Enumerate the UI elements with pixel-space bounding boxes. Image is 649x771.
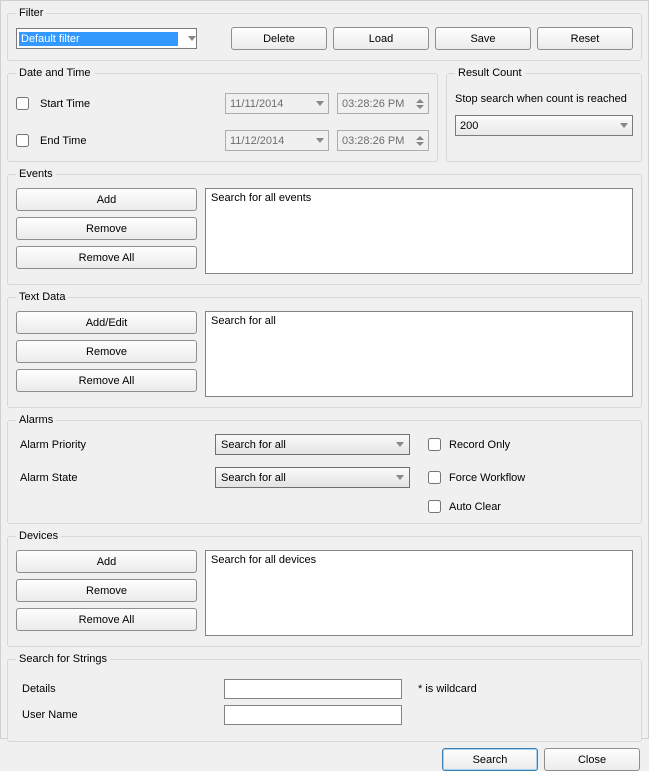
reset-button[interactable]: Reset xyxy=(537,27,633,50)
details-label: Details xyxy=(22,683,82,695)
devices-group: Devices Add Remove Remove All Search for… xyxy=(7,530,642,647)
filter-select[interactable]: Default filter xyxy=(16,28,197,49)
events-listbox[interactable]: Search for all events xyxy=(205,188,633,274)
textdata-listbox[interactable]: Search for all xyxy=(205,311,633,397)
strings-legend: Search for Strings xyxy=(16,653,110,665)
username-input[interactable] xyxy=(224,705,402,725)
auto-clear-checkbox[interactable] xyxy=(428,500,441,513)
chevron-down-icon xyxy=(316,138,324,143)
save-button[interactable]: Save xyxy=(435,27,531,50)
devices-legend: Devices xyxy=(16,530,61,542)
events-add-button[interactable]: Add xyxy=(16,188,197,211)
textdata-remove-button[interactable]: Remove xyxy=(16,340,197,363)
footer: Search Close xyxy=(7,748,642,771)
start-time-label: Start Time xyxy=(40,98,90,110)
load-button[interactable]: Load xyxy=(333,27,429,50)
chevron-down-icon xyxy=(620,123,628,128)
datetime-group: Date and Time Start Time 11/11/2014 03:2… xyxy=(7,67,438,162)
alarm-state-label: Alarm State xyxy=(16,472,197,484)
chevron-down-icon xyxy=(188,36,196,41)
filter-legend: Filter xyxy=(16,7,46,19)
username-label: User Name xyxy=(22,709,82,721)
details-input[interactable] xyxy=(224,679,402,699)
start-time-input[interactable]: 03:28:26 PM xyxy=(337,93,429,114)
end-time-checkbox[interactable] xyxy=(16,134,29,147)
record-only-checkbox[interactable] xyxy=(428,438,441,451)
chevron-down-icon xyxy=(396,475,404,480)
spinner-icon xyxy=(416,136,424,146)
end-time-input[interactable]: 03:28:26 PM xyxy=(337,130,429,151)
start-time-checkbox[interactable] xyxy=(16,97,29,110)
result-count-label: Stop search when count is reached xyxy=(455,93,633,105)
search-button[interactable]: Search xyxy=(442,748,538,771)
devices-add-button[interactable]: Add xyxy=(16,550,197,573)
alarm-priority-select[interactable]: Search for all xyxy=(215,434,410,455)
devices-remove-button[interactable]: Remove xyxy=(16,579,197,602)
events-legend: Events xyxy=(16,168,56,180)
textdata-remove-all-button[interactable]: Remove All xyxy=(16,369,197,392)
events-group: Events Add Remove Remove All Search for … xyxy=(7,168,642,285)
alarms-group: Alarms Alarm Priority Search for all Rec… xyxy=(7,414,642,524)
events-list-item: Search for all events xyxy=(211,192,311,204)
auto-clear-label: Auto Clear xyxy=(449,501,501,513)
devices-listbox[interactable]: Search for all devices xyxy=(205,550,633,636)
force-workflow-checkbox[interactable] xyxy=(428,471,441,484)
alarms-legend: Alarms xyxy=(16,414,56,426)
spinner-icon xyxy=(416,99,424,109)
filter-group: Filter Default filter Delete Load Save R… xyxy=(7,7,642,61)
textdata-group: Text Data Add/Edit Remove Remove All Sea… xyxy=(7,291,642,408)
result-count-select[interactable]: 200 xyxy=(455,115,633,136)
textdata-addedit-button[interactable]: Add/Edit xyxy=(16,311,197,334)
events-remove-all-button[interactable]: Remove All xyxy=(16,246,197,269)
delete-button[interactable]: Delete xyxy=(231,27,327,50)
strings-group: Search for Strings Details * is wildcard… xyxy=(7,653,642,742)
chevron-down-icon xyxy=(316,101,324,106)
datetime-legend: Date and Time xyxy=(16,67,94,79)
textdata-legend: Text Data xyxy=(16,291,68,303)
result-count-group: Result Count Stop search when count is r… xyxy=(446,67,642,162)
close-button[interactable]: Close xyxy=(544,748,640,771)
alarm-priority-label: Alarm Priority xyxy=(16,439,197,451)
end-time-label: End Time xyxy=(40,135,86,147)
force-workflow-label: Force Workflow xyxy=(449,472,525,484)
end-date-input[interactable]: 11/12/2014 xyxy=(225,130,329,151)
chevron-down-icon xyxy=(396,442,404,447)
alarm-state-select[interactable]: Search for all xyxy=(215,467,410,488)
wildcard-hint: * is wildcard xyxy=(418,683,477,695)
events-remove-button[interactable]: Remove xyxy=(16,217,197,240)
record-only-label: Record Only xyxy=(449,439,510,451)
textdata-list-item: Search for all xyxy=(211,315,276,327)
result-count-legend: Result Count xyxy=(455,67,525,79)
start-date-input[interactable]: 11/11/2014 xyxy=(225,93,329,114)
devices-remove-all-button[interactable]: Remove All xyxy=(16,608,197,631)
devices-list-item: Search for all devices xyxy=(211,554,316,566)
